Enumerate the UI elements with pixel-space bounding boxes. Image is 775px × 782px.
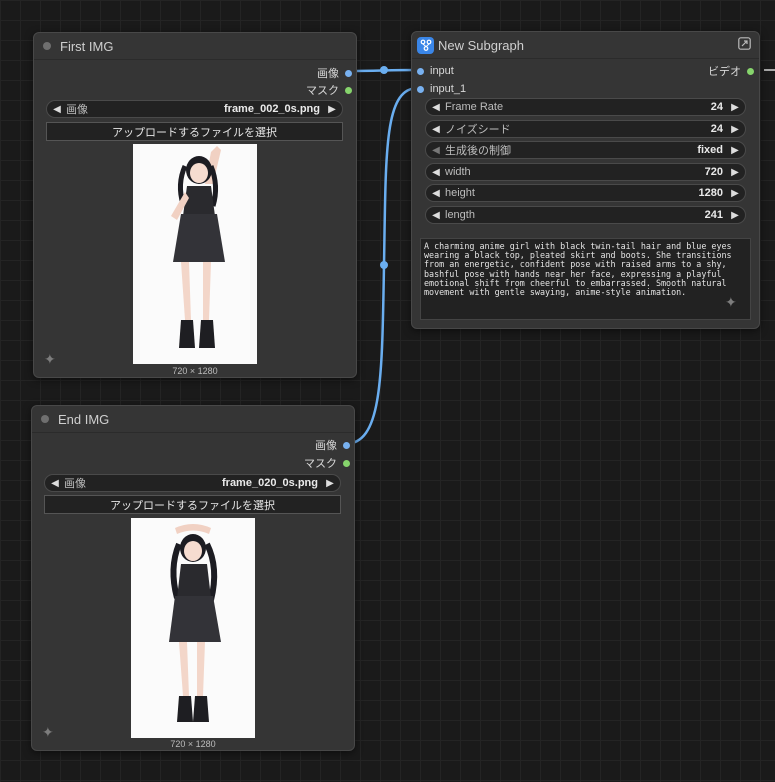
widget-value: 720: [704, 166, 723, 178]
widget-value: 1280: [698, 187, 723, 199]
sparkle-icon[interactable]: ✦: [42, 724, 54, 741]
slot-label: マスク: [304, 458, 337, 470]
sparkle-icon[interactable]: ✦: [44, 351, 56, 368]
node-title: New Subgraph: [438, 37, 524, 53]
widget-value: fixed: [697, 144, 723, 156]
frame-rate-widget[interactable]: ◀ Frame Rate 24 ▶: [425, 98, 746, 116]
output-image-slot[interactable]: 画像: [317, 65, 352, 81]
widget-value: frame_002_0s.png: [224, 103, 320, 115]
widget-label: length: [445, 209, 475, 221]
decrement-arrow[interactable]: ◀: [430, 167, 442, 178]
image-socket[interactable]: [343, 441, 350, 449]
node-header[interactable]: New Subgraph: [412, 32, 759, 59]
upload-button[interactable]: アップロードするファイルを選択: [44, 495, 341, 514]
width-widget[interactable]: ◀ width 720 ▶: [425, 163, 746, 181]
subgraph-icon: [417, 36, 434, 54]
increment-arrow[interactable]: ▶: [326, 104, 338, 115]
increment-arrow[interactable]: ▶: [729, 145, 741, 156]
widget-label: 生成後の制御: [445, 145, 511, 157]
decrement-arrow[interactable]: ◀: [430, 124, 442, 135]
length-widget[interactable]: ◀ length 241 ▶: [425, 206, 746, 224]
slot-label: input_1: [430, 83, 467, 95]
mask-socket[interactable]: [345, 86, 352, 94]
height-widget[interactable]: ◀ height 1280 ▶: [425, 184, 746, 202]
node-header[interactable]: First IMG: [34, 33, 356, 60]
end-img-node[interactable]: End IMG 画像 マスク ◀ 画像 frame_020_0s.png ▶ ア…: [31, 405, 355, 751]
image-dimensions: 720 × 1280: [172, 366, 218, 376]
slot-label: 画像: [315, 440, 337, 452]
node-title: End IMG: [58, 411, 110, 427]
slot-label: ビデオ: [708, 66, 741, 78]
subgraph-node[interactable]: New Subgraph input input_1 ビデオ ◀ Frame R…: [411, 31, 760, 329]
input-slot[interactable]: input: [417, 63, 454, 79]
first-img-node[interactable]: First IMG 画像 マスク ◀ 画像 frame_002_0s.png ▶…: [33, 32, 357, 378]
output-mask-slot[interactable]: マスク: [306, 82, 352, 98]
node-header[interactable]: End IMG: [32, 406, 354, 433]
image-preview: [133, 144, 257, 364]
noise-seed-widget[interactable]: ◀ ノイズシード 24 ▶: [425, 120, 746, 138]
collapse-dot[interactable]: [43, 42, 51, 50]
slot-label: input: [430, 65, 454, 77]
image-preview: [131, 518, 255, 738]
prompt-text: A charming anime girl with black twin-ta…: [424, 241, 732, 298]
decrement-arrow[interactable]: ◀: [430, 102, 442, 113]
reroute-dot: [380, 261, 388, 269]
image-combo-widget[interactable]: ◀ 画像 frame_002_0s.png ▶: [46, 100, 343, 118]
widget-value: 24: [710, 101, 723, 113]
output-video-slot[interactable]: ビデオ: [708, 63, 754, 79]
decrement-arrow[interactable]: ◀: [430, 145, 442, 156]
node-title: First IMG: [60, 38, 114, 54]
control-after-generate-widget[interactable]: ◀ 生成後の制御 fixed ▶: [425, 141, 746, 159]
input-socket[interactable]: [417, 85, 424, 93]
expand-icon[interactable]: [738, 37, 751, 53]
increment-arrow[interactable]: ▶: [324, 478, 336, 489]
increment-arrow[interactable]: ▶: [729, 102, 741, 113]
output-image-slot[interactable]: 画像: [315, 437, 350, 453]
decrement-arrow[interactable]: ◀: [51, 104, 63, 115]
widget-label: 画像: [66, 104, 88, 116]
image-dimensions: 720 × 1280: [170, 739, 216, 749]
increment-arrow[interactable]: ▶: [729, 124, 741, 135]
image-combo-widget[interactable]: ◀ 画像 frame_020_0s.png ▶: [44, 474, 341, 492]
widget-value: 24: [710, 123, 723, 135]
increment-arrow[interactable]: ▶: [729, 210, 741, 221]
widget-label: ノイズシード: [445, 124, 511, 136]
widget-label: width: [445, 166, 471, 178]
decrement-arrow[interactable]: ◀: [430, 188, 442, 199]
reroute-dot: [380, 66, 388, 74]
prompt-textarea[interactable]: A charming anime girl with black twin-ta…: [420, 238, 751, 320]
upload-button[interactable]: アップロードするファイルを選択: [46, 122, 343, 141]
increment-arrow[interactable]: ▶: [729, 188, 741, 199]
video-socket[interactable]: [747, 67, 754, 75]
sparkle-icon[interactable]: ✦: [725, 294, 737, 311]
output-mask-slot[interactable]: マスク: [304, 455, 350, 471]
collapse-dot[interactable]: [41, 415, 49, 423]
decrement-arrow[interactable]: ◀: [49, 478, 61, 489]
increment-arrow[interactable]: ▶: [729, 167, 741, 178]
widget-value: 241: [704, 209, 723, 221]
mask-socket[interactable]: [343, 459, 350, 467]
decrement-arrow[interactable]: ◀: [430, 210, 442, 221]
widget-label: height: [445, 187, 475, 199]
image-socket[interactable]: [345, 69, 352, 77]
widget-value: frame_020_0s.png: [222, 477, 318, 489]
widget-label: 画像: [64, 478, 86, 490]
slot-label: マスク: [306, 85, 339, 97]
widget-label: Frame Rate: [445, 101, 504, 113]
input-1-slot[interactable]: input_1: [417, 81, 466, 97]
input-socket[interactable]: [417, 67, 424, 75]
slot-label: 画像: [317, 68, 339, 80]
